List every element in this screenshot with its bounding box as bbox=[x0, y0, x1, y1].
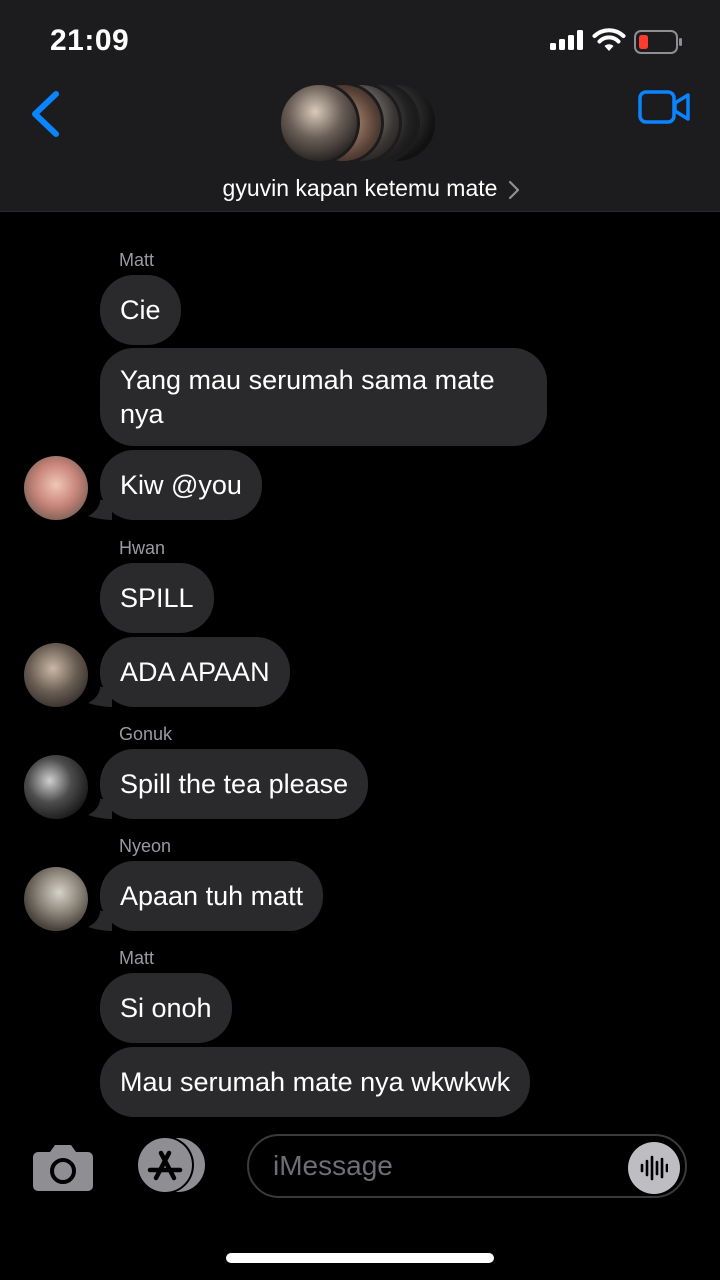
sender-name: Matt bbox=[119, 948, 155, 968]
avatar[interactable] bbox=[24, 643, 88, 707]
bubble-tail bbox=[88, 799, 112, 819]
avatar[interactable] bbox=[24, 867, 88, 931]
app-store-icon[interactable] bbox=[134, 1136, 208, 1194]
bubble-tail bbox=[88, 687, 112, 707]
message-bubble[interactable]: Cie bbox=[100, 275, 181, 345]
video-call-icon[interactable] bbox=[638, 90, 690, 124]
home-indicator bbox=[226, 1253, 494, 1263]
message-bubble[interactable]: Kiw @you bbox=[100, 450, 262, 520]
chat-header: 21:09 gyuvin kapan ketemu mate bbox=[0, 0, 720, 212]
group-avatars[interactable] bbox=[278, 82, 440, 166]
message-bubble[interactable]: ADA APAAN bbox=[100, 637, 290, 707]
bubble-tail bbox=[88, 500, 112, 520]
message-bubble[interactable]: Yang mau serumah sama mate nya bbox=[100, 348, 547, 446]
group-avatar bbox=[278, 82, 360, 164]
battery-icon bbox=[634, 30, 682, 54]
bubble-tail bbox=[88, 911, 112, 931]
audio-message-button[interactable] bbox=[628, 1142, 680, 1194]
sender-name: Matt bbox=[119, 250, 155, 270]
message-bubble[interactable]: SPILL bbox=[100, 563, 214, 633]
chevron-right-icon[interactable] bbox=[507, 180, 521, 200]
message-bubble[interactable]: Apaan tuh matt bbox=[100, 861, 324, 931]
avatar[interactable] bbox=[24, 456, 88, 520]
imessage-input[interactable] bbox=[247, 1134, 687, 1198]
back-chevron-icon[interactable] bbox=[28, 90, 62, 138]
sender-name: Nyeon bbox=[119, 836, 172, 856]
camera-icon[interactable] bbox=[32, 1142, 94, 1192]
signal-icon bbox=[550, 30, 583, 50]
audio-message-icon bbox=[640, 1155, 668, 1181]
sender-name: Hwan bbox=[119, 538, 166, 558]
message-bubble[interactable]: Spill the tea please bbox=[100, 749, 369, 819]
message-bubble[interactable]: Mau serumah mate nya wkwkwk bbox=[100, 1047, 531, 1117]
wifi-icon bbox=[592, 28, 626, 51]
status-time: 21:09 bbox=[50, 24, 130, 57]
message-bubble[interactable]: Si onoh bbox=[100, 973, 232, 1043]
avatar[interactable] bbox=[24, 755, 88, 819]
chat-title[interactable]: gyuvin kapan ketemu mate bbox=[0, 175, 720, 202]
sender-name: Gonuk bbox=[119, 724, 173, 744]
